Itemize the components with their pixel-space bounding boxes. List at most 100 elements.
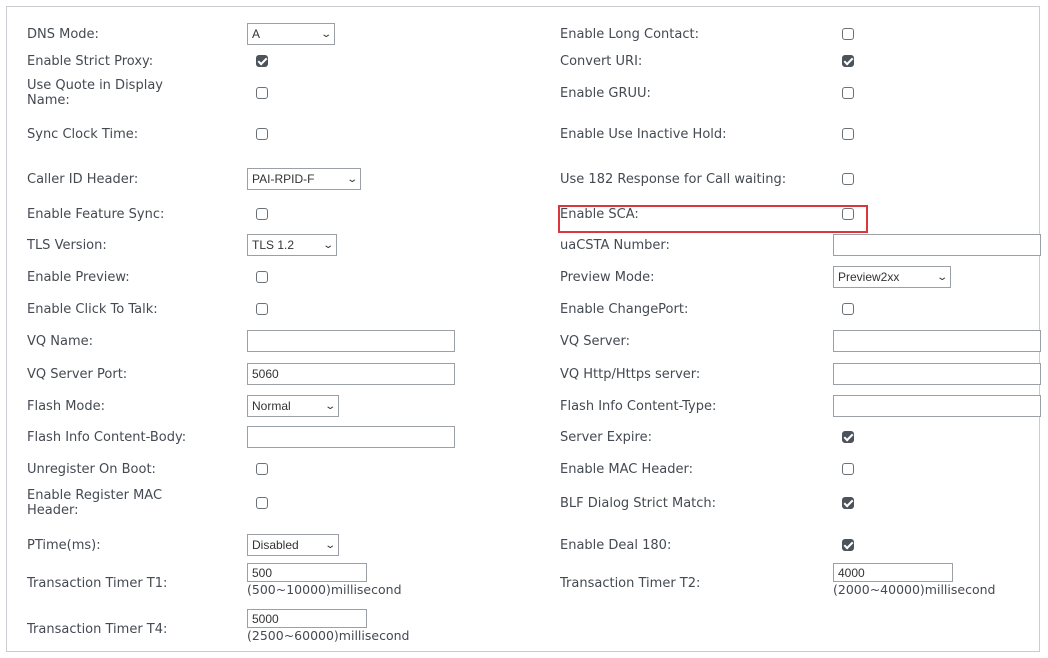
flash-mode-label: Flash Mode: — [27, 398, 105, 414]
row-register-mac-header: Enable Register MAC Header: BLF Dialog S… — [7, 486, 1041, 520]
chevron-down-icon: ⌄ — [935, 271, 948, 283]
enable-strict-proxy-label: Enable Strict Proxy: — [27, 53, 154, 69]
row-click-to-talk: Enable Click To Talk: Enable ChangePort: — [7, 298, 1041, 320]
enable-gruu-label: Enable GRUU: — [560, 85, 651, 101]
vq-name-label: VQ Name: — [27, 333, 93, 349]
transaction-timer-t1-label: Transaction Timer T1: — [27, 575, 168, 591]
chevron-down-icon: ⌄ — [321, 239, 334, 251]
enable-changeport-label: Enable ChangePort: — [560, 301, 689, 317]
enable-sca-highlight-box — [558, 205, 868, 233]
row-timer-t1: Transaction Timer T1: 500 (500~10000)mil… — [7, 563, 1041, 603]
use-182-response-label: Use 182 Response for Call waiting: — [560, 171, 787, 187]
row-feature-sync: Enable Feature Sync: Enable SCA: — [7, 203, 1041, 225]
row-vq-name: VQ Name: VQ Server: — [7, 330, 1041, 352]
chevron-down-icon: ⌄ — [319, 28, 332, 40]
enable-preview-label: Enable Preview: — [27, 269, 130, 285]
sync-clock-time-label: Sync Clock Time: — [27, 126, 139, 142]
transaction-timer-t1-input[interactable]: 500 — [247, 563, 367, 582]
enable-preview-checkbox[interactable] — [256, 271, 268, 283]
row-quote-display-name: Use Quote in Display Name: Enable GRUU: — [7, 77, 1041, 109]
vq-server-port-input[interactable]: 5060 — [247, 363, 455, 385]
enable-feature-sync-label: Enable Feature Sync: — [27, 206, 165, 222]
flash-info-content-type-input[interactable] — [833, 395, 1041, 417]
row-dns-mode: DNS Mode: A ⌄ Enable Long Contact: — [7, 23, 1041, 45]
enable-strict-proxy-checkbox[interactable] — [256, 55, 268, 67]
row-preview: Enable Preview: Preview Mode: Preview2xx… — [7, 266, 1041, 288]
row-flash-mode: Flash Mode: Normal ⌄ Flash Info Content-… — [7, 395, 1041, 417]
chevron-down-icon: ⌄ — [323, 539, 336, 551]
vq-name-input[interactable] — [247, 330, 455, 352]
transaction-timer-t2-hint: (2000~40000)millisecond — [833, 582, 996, 597]
dns-mode-select[interactable]: A ⌄ — [247, 23, 335, 45]
enable-gruu-checkbox[interactable] — [842, 87, 854, 99]
chevron-down-icon: ⌄ — [345, 173, 358, 185]
row-tls-version: TLS Version: TLS 1.2 ⌄ uaCSTA Number: — [7, 234, 1041, 256]
use-182-response-checkbox[interactable] — [842, 173, 854, 185]
enable-feature-sync-checkbox[interactable] — [256, 208, 268, 220]
tls-version-label: TLS Version: — [27, 237, 107, 253]
row-unregister-on-boot: Unregister On Boot: Enable MAC Header: — [7, 458, 1041, 480]
transaction-timer-t1-hint: (500~10000)millisecond — [247, 582, 402, 597]
enable-register-mac-header-checkbox[interactable] — [256, 497, 268, 509]
ptime-value: Disabled — [252, 538, 299, 552]
vq-server-input[interactable] — [833, 330, 1041, 352]
uacsta-number-label: uaCSTA Number: — [560, 237, 670, 253]
transaction-timer-t2-input[interactable]: 4000 — [833, 563, 953, 582]
blf-dialog-strict-match-label: BLF Dialog Strict Match: — [560, 495, 717, 511]
enable-use-inactive-hold-checkbox[interactable] — [842, 128, 854, 140]
use-quote-display-name-checkbox[interactable] — [256, 87, 268, 99]
caller-id-header-value: PAI-RPID-F — [252, 172, 315, 186]
enable-mac-header-label: Enable MAC Header: — [560, 461, 693, 477]
row-vq-server-port: VQ Server Port: 5060 VQ Http/Https serve… — [7, 363, 1041, 385]
enable-click-to-talk-label: Enable Click To Talk: — [27, 301, 158, 317]
convert-uri-label: Convert URI: — [560, 53, 643, 69]
row-flash-info-body: Flash Info Content-Body: Server Expire: — [7, 426, 1041, 448]
row-strict-proxy: Enable Strict Proxy: Convert URI: — [7, 50, 1041, 72]
enable-use-inactive-hold-label: Enable Use Inactive Hold: — [560, 126, 727, 142]
transaction-timer-t4-input[interactable]: 5000 — [247, 609, 367, 628]
flash-info-content-body-label: Flash Info Content-Body: — [27, 429, 187, 445]
enable-changeport-checkbox[interactable] — [842, 303, 854, 315]
flash-mode-value: Normal — [252, 399, 291, 413]
unregister-on-boot-checkbox[interactable] — [256, 463, 268, 475]
ptime-select[interactable]: Disabled ⌄ — [247, 534, 339, 556]
ptime-label: PTime(ms): — [27, 537, 101, 553]
vq-http-server-label: VQ Http/Https server: — [560, 366, 701, 382]
flash-info-content-type-label: Flash Info Content-Type: — [560, 398, 717, 414]
enable-deal-180-checkbox[interactable] — [842, 539, 854, 551]
unregister-on-boot-label: Unregister On Boot: — [27, 461, 156, 477]
transaction-timer-t4-label: Transaction Timer T4: — [27, 621, 168, 637]
uacsta-number-input[interactable] — [833, 234, 1041, 256]
enable-long-contact-checkbox[interactable] — [842, 28, 854, 40]
server-expire-label: Server Expire: — [560, 429, 652, 445]
row-caller-id: Caller ID Header: PAI-RPID-F ⌄ Use 182 R… — [7, 163, 1041, 195]
convert-uri-checkbox[interactable] — [842, 55, 854, 67]
row-ptime: PTime(ms): Disabled ⌄ Enable Deal 180: — [7, 534, 1041, 556]
preview-mode-label: Preview Mode: — [560, 269, 655, 285]
chevron-down-icon: ⌄ — [323, 400, 336, 412]
preview-mode-select[interactable]: Preview2xx ⌄ — [833, 266, 951, 288]
enable-deal-180-label: Enable Deal 180: — [560, 537, 672, 553]
transaction-timer-t4-hint: (2500~60000)millisecond — [247, 628, 410, 643]
row-timer-t4: Transaction Timer T4: 5000 (2500~60000)m… — [7, 609, 1041, 649]
sip-advanced-settings-panel: DNS Mode: A ⌄ Enable Long Contact: Enabl… — [6, 6, 1041, 652]
caller-id-header-select[interactable]: PAI-RPID-F ⌄ — [247, 168, 361, 190]
vq-server-label: VQ Server: — [560, 333, 631, 349]
row-sync-clock: Sync Clock Time: Enable Use Inactive Hol… — [7, 123, 1041, 145]
transaction-timer-t2-label: Transaction Timer T2: — [560, 575, 701, 591]
caller-id-header-label: Caller ID Header: — [27, 171, 139, 187]
tls-version-value: TLS 1.2 — [252, 238, 295, 252]
vq-server-port-label: VQ Server Port: — [27, 366, 128, 382]
use-quote-display-name-label: Use Quote in Display Name: — [27, 78, 163, 108]
server-expire-checkbox[interactable] — [842, 431, 854, 443]
enable-register-mac-header-label: Enable Register MAC Header: — [27, 488, 163, 518]
blf-dialog-strict-match-checkbox[interactable] — [842, 497, 854, 509]
tls-version-select[interactable]: TLS 1.2 ⌄ — [247, 234, 337, 256]
flash-info-content-body-input[interactable] — [247, 426, 455, 448]
sync-clock-time-checkbox[interactable] — [256, 128, 268, 140]
vq-http-server-input[interactable] — [833, 363, 1041, 385]
enable-long-contact-label: Enable Long Contact: — [560, 26, 699, 42]
flash-mode-select[interactable]: Normal ⌄ — [247, 395, 339, 417]
enable-click-to-talk-checkbox[interactable] — [256, 303, 268, 315]
enable-mac-header-checkbox[interactable] — [842, 463, 854, 475]
